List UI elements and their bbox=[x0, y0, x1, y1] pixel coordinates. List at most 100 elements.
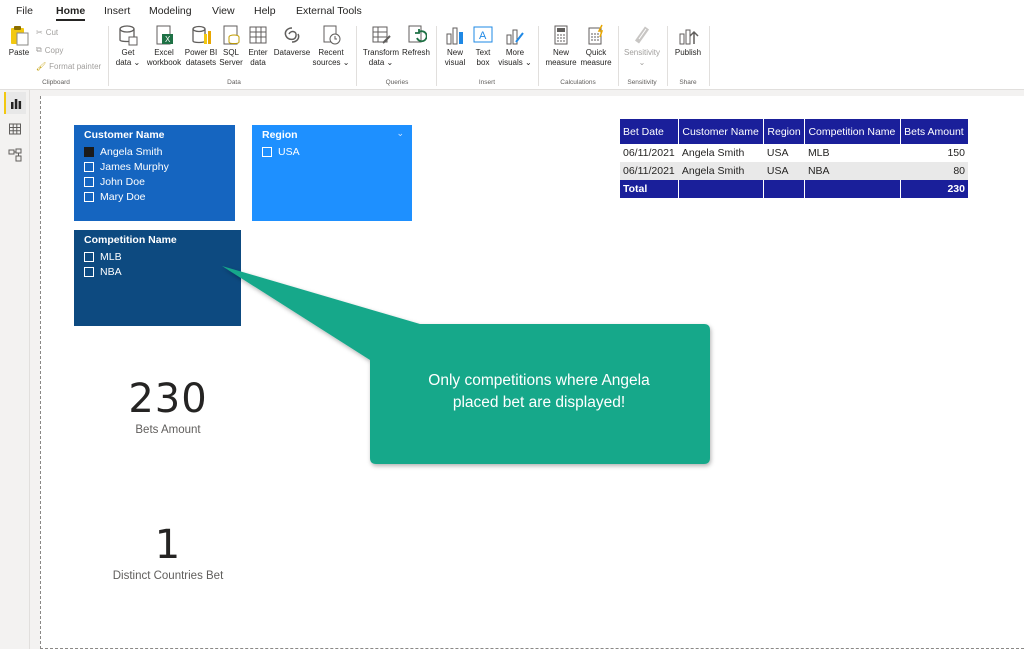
transform-label-2: data ⌄ bbox=[368, 57, 394, 67]
table-total-row: Total 230 bbox=[620, 180, 968, 198]
report-view-icon bbox=[11, 99, 22, 109]
recent-sources-icon bbox=[323, 25, 341, 45]
menu-external-tools[interactable]: External Tools bbox=[296, 5, 362, 17]
slicer-item[interactable]: James Murphy bbox=[84, 159, 225, 174]
powerbi-dataset-icon bbox=[192, 25, 211, 44]
ribbon-separator bbox=[436, 26, 437, 86]
card-label: Distinct Countries Bet bbox=[112, 570, 224, 582]
sensitivity-icon bbox=[634, 26, 650, 44]
enter-data-label-1: Enter bbox=[248, 48, 268, 57]
table-header-row: Bet Date Customer Name Region Competitio… bbox=[620, 119, 968, 144]
powerbi-datasets-button[interactable]: Power BI datasets bbox=[184, 24, 218, 67]
checkbox-icon bbox=[262, 146, 272, 157]
table-cell: 150 bbox=[947, 147, 965, 159]
insert-group-label: Insert bbox=[478, 79, 496, 86]
menu-file[interactable]: File bbox=[16, 5, 33, 17]
table-cell bbox=[763, 180, 806, 198]
ribbon-separator bbox=[356, 26, 357, 86]
column-header[interactable]: Competition Name bbox=[804, 119, 902, 144]
sensitivity-caret: ⌄ bbox=[638, 57, 646, 67]
table-cell: Angela Smith bbox=[681, 147, 745, 159]
powerbi-label-2: datasets bbox=[185, 57, 217, 67]
view-rail bbox=[0, 90, 30, 649]
more-visuals-button[interactable]: More visuals ⌄ bbox=[497, 24, 533, 67]
paste-label: Paste bbox=[8, 48, 30, 57]
menu-home[interactable]: Home bbox=[56, 5, 86, 21]
format-painter-button[interactable]: 🖌 Format painter bbox=[36, 62, 101, 71]
slicer-item[interactable]: Angela Smith bbox=[84, 144, 225, 159]
cut-button[interactable]: ✂ Cut bbox=[36, 28, 58, 37]
refresh-icon bbox=[408, 25, 427, 43]
callout-text: Only competitions where Angela placed be… bbox=[374, 370, 704, 414]
refresh-button[interactable]: Refresh bbox=[401, 24, 431, 58]
enter-data-label-2: data bbox=[250, 57, 266, 67]
checkbox-icon bbox=[84, 251, 94, 262]
copy-button[interactable]: ⧉ Copy bbox=[36, 45, 63, 55]
database-icon bbox=[119, 25, 138, 46]
new-measure-button[interactable]: New measure bbox=[543, 24, 579, 67]
callout-line: placed bet are displayed! bbox=[452, 394, 626, 411]
slicer-item-label: USA bbox=[278, 145, 300, 158]
column-header[interactable]: Bet Date bbox=[620, 119, 680, 144]
quick-measure-button[interactable]: Quick measure bbox=[578, 24, 614, 67]
sql-server-button[interactable]: SQL Server bbox=[219, 24, 243, 67]
share-group-label: Share bbox=[679, 79, 697, 86]
paste-button[interactable]: Paste bbox=[6, 24, 32, 58]
excel-icon: X bbox=[156, 25, 173, 45]
column-header[interactable]: Bets Amount bbox=[900, 119, 968, 144]
data-view-button[interactable] bbox=[4, 118, 26, 140]
ribbon-separator bbox=[108, 26, 109, 86]
sql-server-icon bbox=[223, 25, 240, 45]
refresh-label: Refresh bbox=[401, 48, 430, 57]
text-box-label-1: Text bbox=[475, 48, 491, 57]
distinct-countries-card: 1 Distinct Countries Bet bbox=[88, 522, 248, 582]
calculator-icon bbox=[554, 25, 568, 45]
dataverse-button[interactable]: Dataverse bbox=[272, 24, 312, 58]
report-view-button[interactable] bbox=[4, 92, 26, 114]
table-cell: 06/11/2021 bbox=[620, 162, 679, 180]
get-data-button[interactable]: Get data ⌄ bbox=[114, 24, 142, 67]
sensitivity-button[interactable]: Sensitivity ⌄ bbox=[622, 24, 662, 67]
paste-icon bbox=[11, 26, 29, 46]
table-icon bbox=[249, 26, 267, 44]
slicer-title: Competition Name bbox=[84, 234, 177, 246]
svg-text:A: A bbox=[479, 30, 487, 42]
region-slicer: Region ⌄ USA bbox=[252, 125, 412, 221]
menu-insert[interactable]: Insert bbox=[104, 5, 130, 17]
table-row: 06/11/2021 Angela Smith USA MLB 150 bbox=[620, 144, 968, 162]
ribbon-separator bbox=[709, 26, 710, 86]
quick-measure-label-2: measure bbox=[580, 57, 612, 67]
model-view-button[interactable] bbox=[4, 144, 26, 166]
new-measure-label-2: measure bbox=[545, 57, 577, 67]
menu-view[interactable]: View bbox=[212, 5, 235, 17]
column-header[interactable]: Region bbox=[763, 119, 806, 144]
menu-modeling[interactable]: Modeling bbox=[149, 5, 192, 17]
slicer-item[interactable]: MLB bbox=[84, 249, 231, 264]
column-header[interactable]: Customer Name bbox=[678, 119, 765, 144]
table-cell: USA bbox=[766, 147, 789, 159]
new-visual-button[interactable]: New visual bbox=[441, 24, 469, 67]
excel-label-2: workbook bbox=[146, 57, 182, 67]
enter-data-button[interactable]: Enter data bbox=[246, 24, 270, 67]
publish-button[interactable]: Publish bbox=[672, 24, 704, 58]
sensitivity-group-label: Sensitivity bbox=[627, 79, 657, 86]
recent-sources-button[interactable]: Recent sources ⌄ bbox=[312, 24, 350, 67]
copy-icon: ⧉ bbox=[36, 45, 42, 54]
menu-help[interactable]: Help bbox=[254, 5, 276, 17]
excel-workbook-button[interactable]: X Excel workbook bbox=[145, 24, 183, 67]
powerbi-label-1: Power BI bbox=[184, 48, 218, 57]
slicer-item[interactable]: John Doe bbox=[84, 174, 225, 189]
transform-data-button[interactable]: Transform data ⌄ bbox=[361, 24, 401, 67]
more-visuals-label-2: visuals ⌄ bbox=[498, 57, 532, 67]
table-cell: 06/11/2021 bbox=[623, 147, 675, 159]
text-box-button[interactable]: A Text box bbox=[471, 24, 495, 67]
slicer-item[interactable]: NBA bbox=[84, 264, 231, 279]
table-cell: Angela Smith bbox=[678, 162, 764, 180]
table-cell: NBA bbox=[804, 162, 901, 180]
slicer-item-label: Angela Smith bbox=[100, 145, 163, 158]
slicer-item[interactable]: Mary Doe bbox=[84, 189, 225, 204]
slicer-item[interactable]: USA bbox=[262, 144, 402, 159]
card-value: 230 bbox=[128, 376, 208, 422]
text-box-icon: A bbox=[473, 26, 493, 43]
chevron-down-icon[interactable]: ⌄ bbox=[396, 128, 404, 139]
